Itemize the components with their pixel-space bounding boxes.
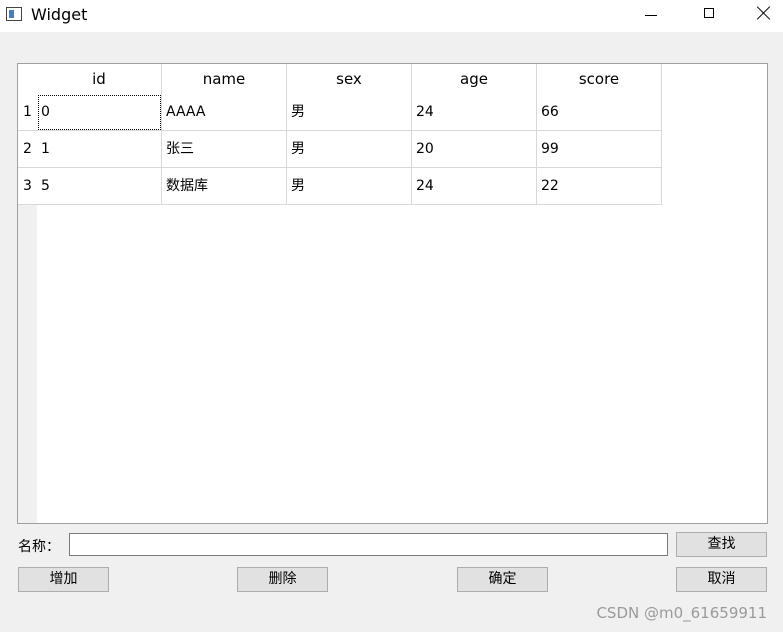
maximize-button[interactable]: [686, 0, 732, 32]
table-cell[interactable]: 5: [37, 168, 162, 205]
table-cell[interactable]: 99: [537, 131, 662, 168]
delete-button[interactable]: 删除: [237, 567, 328, 592]
table-cell[interactable]: AAAA: [162, 94, 287, 131]
row-header[interactable]: 2: [18, 131, 37, 168]
confirm-button[interactable]: 确定: [457, 567, 548, 592]
name-search-input[interactable]: [69, 533, 668, 556]
table-cell[interactable]: 1: [37, 131, 162, 168]
table-cell[interactable]: 张三: [162, 131, 287, 168]
table-cell[interactable]: 男: [287, 168, 412, 205]
watermark-text: CSDN @m0_61659911: [596, 604, 767, 622]
title-bar: Widget: [0, 0, 783, 32]
minimize-button[interactable]: [628, 0, 674, 32]
column-header-score[interactable]: score: [537, 64, 662, 94]
cancel-button[interactable]: 取消: [676, 567, 767, 592]
maximize-icon: [704, 8, 714, 18]
window-app-icon: [6, 7, 22, 21]
search-button[interactable]: 查找: [676, 532, 767, 557]
table-cell[interactable]: 22: [537, 168, 662, 205]
table-cell[interactable]: 24: [412, 94, 537, 131]
close-icon: [757, 6, 771, 20]
table-cell[interactable]: 20: [412, 131, 537, 168]
table-cell[interactable]: 24: [412, 168, 537, 205]
row-header[interactable]: 3: [18, 168, 37, 205]
minimize-icon: [645, 14, 657, 16]
column-header-sex[interactable]: sex: [287, 64, 412, 94]
data-table[interactable]: id name sex age score 1 2 3 0 AAAA 男 24 …: [17, 63, 768, 524]
window-title: Widget: [31, 5, 88, 24]
column-header-name[interactable]: name: [162, 64, 287, 94]
row-header[interactable]: 1: [18, 94, 37, 131]
name-label: 名称：: [18, 539, 60, 555]
table-cell[interactable]: 男: [287, 94, 412, 131]
table-cell[interactable]: 0: [37, 94, 162, 131]
table-cell[interactable]: 数据库: [162, 168, 287, 205]
column-header-id[interactable]: id: [37, 64, 162, 94]
table-cell[interactable]: 男: [287, 131, 412, 168]
column-header-age[interactable]: age: [412, 64, 537, 94]
table-cell[interactable]: 66: [537, 94, 662, 131]
add-button[interactable]: 增加: [18, 567, 109, 592]
close-button[interactable]: [744, 0, 783, 32]
table-corner-button[interactable]: [18, 64, 37, 94]
